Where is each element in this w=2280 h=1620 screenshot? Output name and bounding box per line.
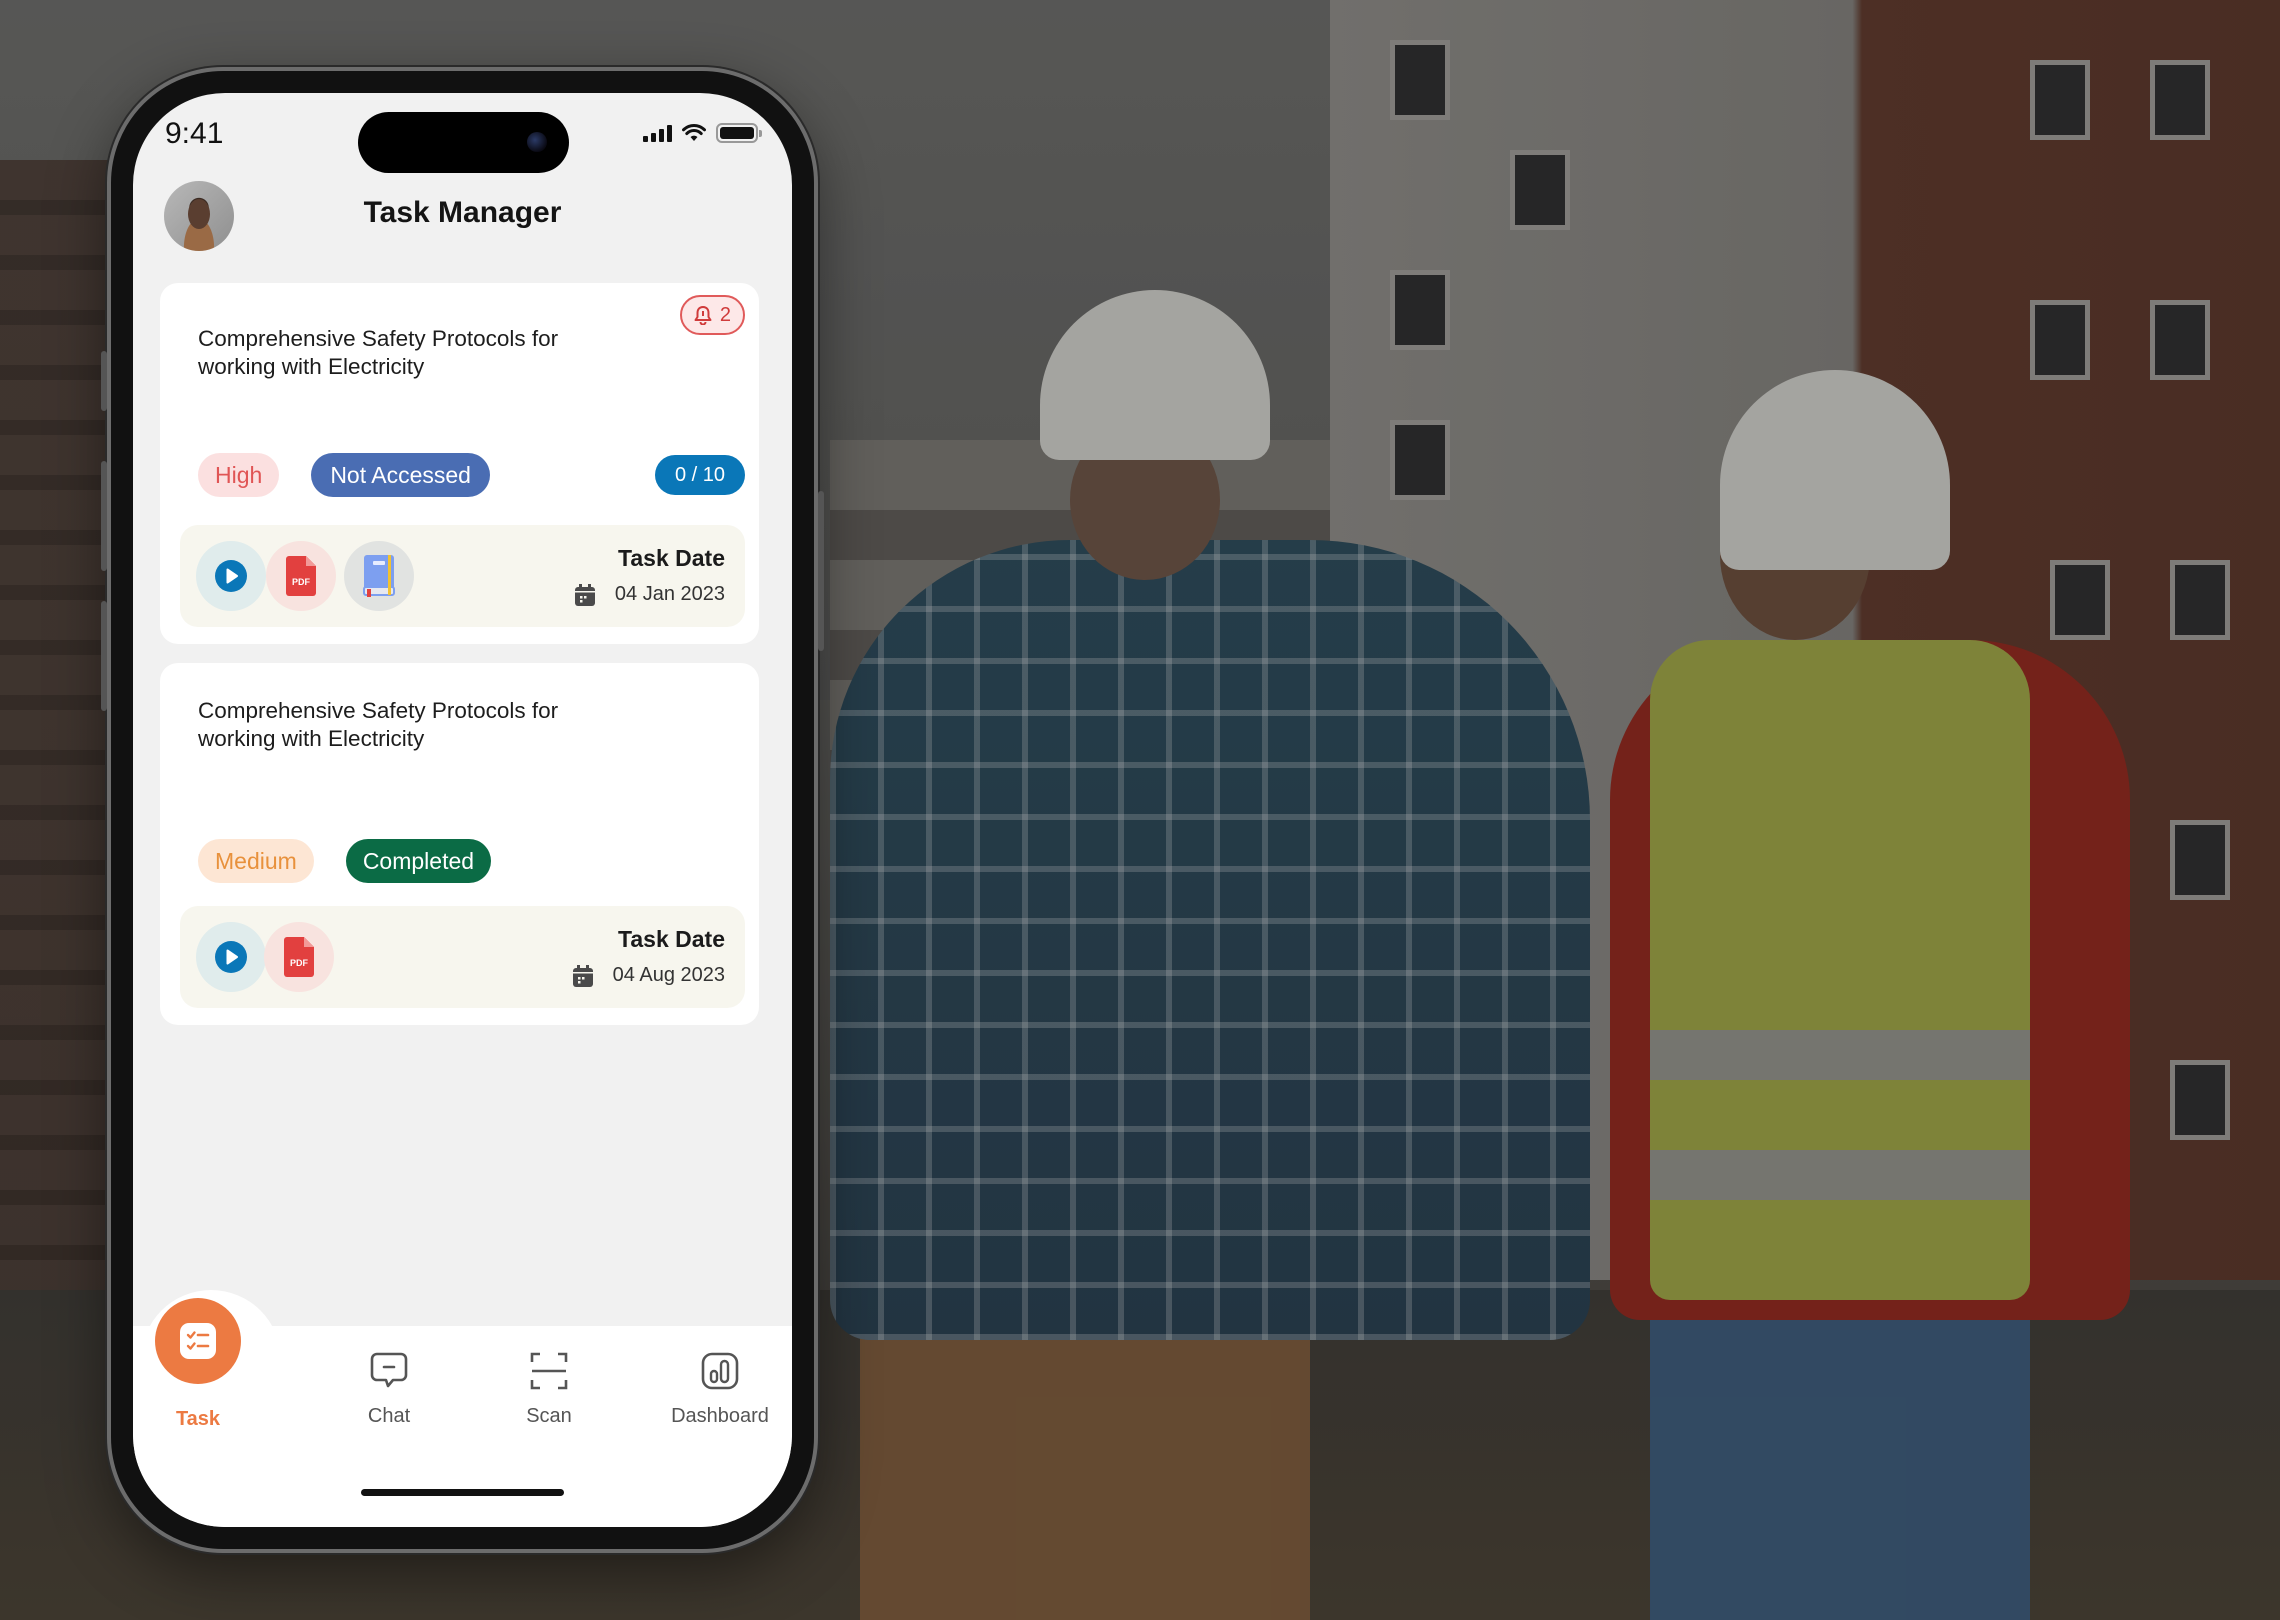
- task-card[interactable]: Comprehensive Safety Protocols for worki…: [160, 663, 759, 1025]
- alert-badge[interactable]: 2: [679, 295, 745, 335]
- book-icon: [363, 555, 395, 597]
- task-date-row: 04 Jan 2023: [574, 583, 725, 606]
- nav-label: Dashboard: [671, 1405, 769, 1427]
- nav-item-dashboard[interactable]: Dashboard: [660, 1351, 780, 1428]
- calendar-icon: [572, 964, 593, 987]
- nav-item-task[interactable]: Task: [163, 1408, 233, 1431]
- calendar-icon: [574, 583, 595, 606]
- document-attachment-button[interactable]: [344, 541, 414, 611]
- status-time: 9:41: [165, 117, 224, 150]
- progress-badge: 0 / 10: [654, 455, 745, 495]
- checklist-icon: [180, 1323, 216, 1359]
- nav-task-button[interactable]: [155, 1298, 241, 1384]
- task-date: 04 Jan 2023: [614, 583, 725, 605]
- task-date: 04 Aug 2023: [612, 964, 725, 986]
- nav-label: Chat: [367, 1405, 411, 1427]
- mute-switch: [101, 351, 107, 411]
- status-icons: [643, 123, 762, 143]
- video-attachment-button[interactable]: [196, 541, 266, 611]
- nav-item-scan[interactable]: Scan: [509, 1351, 589, 1428]
- nav-item-chat[interactable]: Chat: [349, 1351, 429, 1428]
- task-date-label: Task Date: [618, 926, 725, 952]
- volume-up-button: [101, 461, 107, 571]
- dynamic-island: [358, 112, 569, 173]
- status-badge: Completed: [345, 839, 492, 883]
- pdf-attachment-button[interactable]: PDF: [264, 922, 334, 992]
- play-icon: [215, 941, 247, 973]
- wifi-icon: [682, 124, 706, 141]
- play-icon: [215, 560, 247, 592]
- dashboard-icon: [701, 1352, 739, 1390]
- page-title: Task Manager: [363, 196, 562, 229]
- task-date-row: 04 Aug 2023: [572, 964, 725, 987]
- nav-label: Scan: [526, 1405, 572, 1427]
- battery-icon: [716, 123, 762, 143]
- pdf-icon: PDF: [284, 937, 314, 977]
- app-screen: 9:41 Task Manager Comprehensive Safety P…: [133, 93, 792, 1527]
- priority-badge: High: [198, 453, 280, 497]
- volume-down-button: [101, 601, 107, 711]
- task-tags: High Not Accessed: [198, 453, 490, 497]
- pdf-attachment-button[interactable]: PDF: [266, 541, 336, 611]
- status-badge: Not Accessed: [311, 453, 490, 497]
- task-footer: PDF Task Date 04 Aug 2023: [180, 906, 745, 1008]
- task-tags: Medium Completed: [198, 839, 492, 883]
- pdf-icon: PDF: [286, 556, 316, 596]
- priority-badge: Medium: [198, 839, 314, 883]
- cellular-signal-icon: [643, 124, 672, 142]
- task-date-label: Task Date: [618, 545, 725, 571]
- task-title: Comprehensive Safety Protocols for worki…: [198, 698, 559, 751]
- chat-icon: [370, 1352, 408, 1388]
- alert-count: 2: [719, 303, 731, 326]
- camera-icon: [527, 132, 547, 152]
- video-attachment-button[interactable]: [196, 922, 266, 992]
- task-title: Comprehensive Safety Protocols for worki…: [198, 326, 559, 379]
- task-card[interactable]: Comprehensive Safety Protocols for worki…: [160, 283, 759, 644]
- svg-text:PDF: PDF: [290, 958, 309, 968]
- svg-text:PDF: PDF: [292, 577, 311, 587]
- nav-label: Task: [175, 1408, 221, 1430]
- task-footer: PDF Task Date 04 Jan 2023: [180, 525, 745, 627]
- bell-icon: [694, 306, 712, 325]
- phone-frame: 9:41 Task Manager Comprehensive Safety P…: [101, 67, 824, 1553]
- home-indicator[interactable]: [361, 1489, 564, 1496]
- scan-icon: [530, 1352, 568, 1390]
- power-button: [818, 491, 824, 651]
